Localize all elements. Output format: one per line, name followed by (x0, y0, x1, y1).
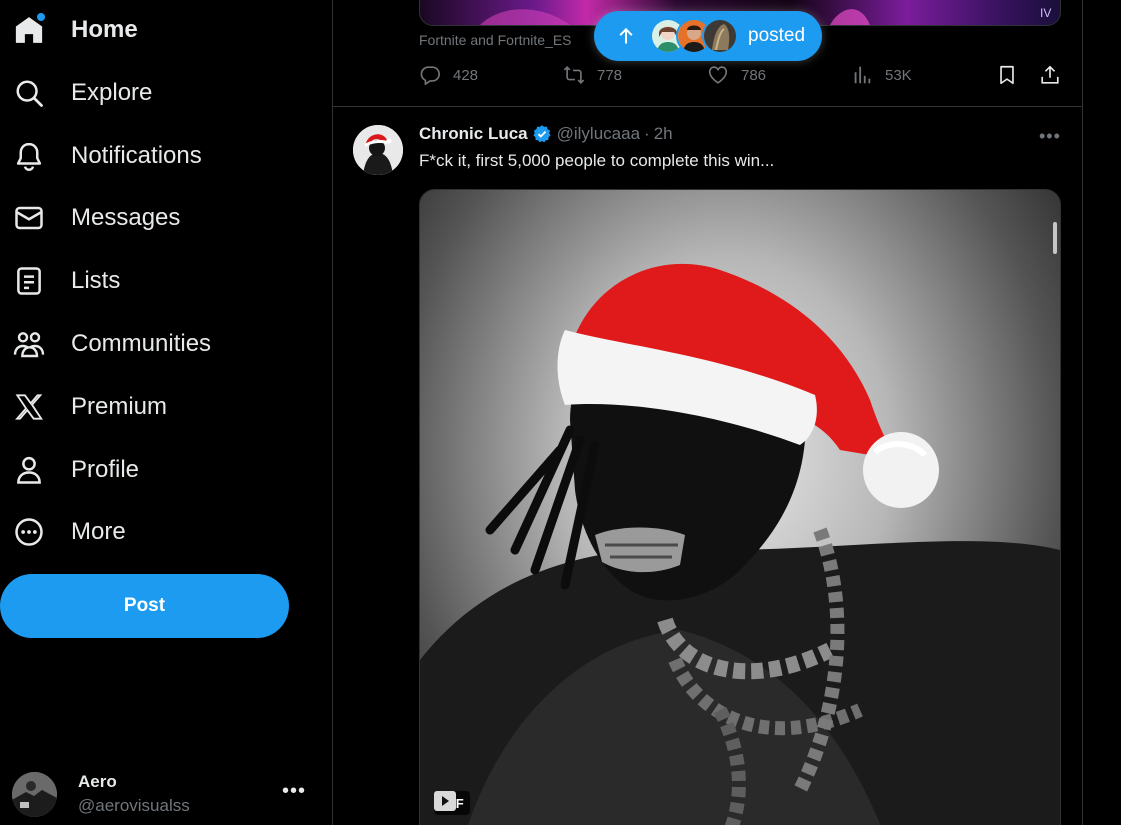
repost-icon (563, 66, 585, 84)
tweet-text: F*ck it, first 5,000 people to complete … (419, 151, 775, 170)
author-name[interactable]: Chronic Luca (419, 124, 528, 144)
sidebar-item-premium[interactable]: Premium (12, 382, 167, 432)
timeline: IV Fortnite and Fortnite_ES 428 778 786 … (332, 0, 1083, 825)
separator: · (644, 124, 650, 143)
gif-play-button[interactable]: GIF (434, 791, 470, 815)
person-icon (12, 453, 46, 487)
share-button[interactable] (1039, 64, 1061, 86)
bookmark-icon (1000, 65, 1014, 85)
sidebar-item-label: Messages (71, 204, 181, 231)
sidebar-item-label: Home (71, 16, 138, 43)
envelope-icon (12, 201, 46, 235)
avatar (702, 18, 738, 54)
share-icon (1041, 65, 1059, 84)
notification-dot (37, 13, 45, 21)
svg-text:IV: IV (1040, 6, 1051, 20)
play-icon (434, 791, 456, 811)
list-icon (12, 264, 46, 298)
reply-button[interactable]: 428 (419, 64, 478, 86)
tweet-header: Chronic Luca @ilylucaaa · 2h (419, 124, 673, 144)
sidebar-item-explore[interactable]: Explore (12, 68, 152, 118)
sidebar-item-label: Lists (71, 267, 121, 294)
heart-icon (708, 66, 728, 84)
view-count: 53K (885, 66, 912, 84)
previous-tweet-actions: 428 778 786 53K (419, 64, 1059, 90)
more-circle-icon (12, 515, 46, 549)
sidebar-item-messages[interactable]: Messages (12, 193, 180, 243)
sidebar-item-notifications[interactable]: Notifications (12, 131, 202, 181)
avatar[interactable] (353, 125, 403, 175)
x-logo-icon (12, 390, 46, 424)
sidebar-item-lists[interactable]: Lists (12, 256, 120, 306)
tweet-media[interactable]: GIF (419, 189, 1061, 825)
sidebar-item-more[interactable]: More (12, 507, 126, 557)
communities-icon (12, 327, 46, 361)
new-posts-pill[interactable]: posted (594, 11, 822, 61)
sidebar-item-label: Explore (71, 79, 153, 106)
timestamp[interactable]: 2h (654, 124, 673, 144)
account-name: Aero (78, 772, 117, 791)
author-handle[interactable]: @ilylucaaa (557, 124, 640, 144)
home-icon (12, 13, 46, 47)
post-button[interactable]: Post (0, 574, 289, 638)
sidebar-item-label: Communities (71, 330, 212, 357)
sidebar-item-label: More (71, 518, 126, 545)
more-options-icon[interactable]: ••• (282, 780, 306, 803)
search-icon (12, 76, 46, 110)
media-source-label: Fortnite and Fortnite_ES (419, 32, 572, 48)
sidebar-item-label: Notifications (71, 142, 202, 169)
divider (333, 106, 1082, 107)
verified-badge-icon (532, 124, 552, 144)
bookmark-button[interactable] (996, 64, 1018, 86)
arrow-up-icon (619, 27, 633, 44)
reply-icon (420, 66, 440, 85)
account-handle: @aerovisualss (78, 796, 190, 815)
sidebar-item-profile[interactable]: Profile (12, 445, 139, 495)
more-options-icon[interactable]: ••• (1039, 126, 1061, 147)
sidebar: Home Explore Notifications Messages List… (0, 0, 330, 825)
media-scrollbar[interactable] (1053, 222, 1057, 254)
account-switcher[interactable]: Aero @aerovisualss ••• (12, 764, 322, 824)
sidebar-item-home[interactable]: Home (12, 5, 138, 55)
like-button[interactable]: 786 (707, 64, 766, 86)
repost-button[interactable]: 778 (563, 64, 622, 86)
repost-count: 778 (597, 66, 623, 84)
reply-count: 428 (453, 66, 479, 84)
new-posts-label: posted (748, 25, 806, 46)
chart-icon (854, 66, 871, 84)
media-image (420, 263, 1060, 825)
like-count: 786 (741, 66, 767, 84)
sidebar-item-label: Premium (71, 393, 168, 420)
sidebar-item-label: Profile (71, 456, 140, 483)
avatar (12, 771, 57, 817)
sidebar-item-communities[interactable]: Communities (12, 319, 211, 369)
views-button[interactable]: 53K (851, 64, 912, 86)
bell-icon (12, 139, 46, 173)
